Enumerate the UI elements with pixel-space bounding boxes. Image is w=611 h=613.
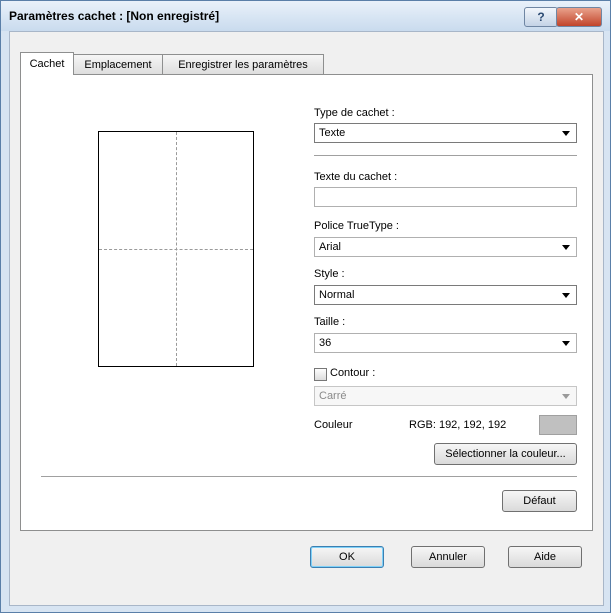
stamp-text-label: Texte du cachet :: [314, 171, 398, 183]
preview-horizontal-guide: [99, 249, 253, 250]
stamp-type-label: Type de cachet :: [314, 107, 395, 119]
stamp-settings-dialog: Paramètres cachet : [Non enregistré] ? ✕…: [0, 0, 611, 613]
chevron-down-icon: [562, 293, 570, 298]
chevron-down-icon: [562, 394, 570, 399]
close-icon: ✕: [573, 10, 585, 24]
tab-enregistrer-parametres[interactable]: Enregistrer les paramètres: [162, 54, 324, 74]
select-color-button[interactable]: Sélectionner la couleur...: [434, 443, 577, 465]
color-label: Couleur: [314, 419, 353, 431]
size-select[interactable]: 36: [314, 333, 577, 353]
size-label: Taille :: [314, 316, 346, 328]
tab-cachet[interactable]: Cachet: [20, 52, 74, 75]
style-value: Normal: [319, 289, 355, 301]
stamp-type-value: Texte: [319, 127, 346, 139]
question-mark-icon: ?: [537, 10, 545, 24]
outline-label: Contour :: [330, 367, 376, 379]
color-rgb-value: RGB: 192, 192, 192: [409, 419, 507, 431]
dialog-body: Cachet Emplacement Enregistrer les param…: [9, 31, 604, 606]
button-label: Défaut: [523, 495, 556, 507]
chevron-down-icon: [562, 245, 570, 250]
help-title-button[interactable]: ?: [524, 7, 558, 27]
font-label: Police TrueType :: [314, 220, 399, 232]
tab-label: Emplacement: [84, 58, 152, 71]
button-label: Aide: [533, 551, 557, 563]
button-label: Annuler: [429, 551, 467, 563]
tab-label: Cachet: [29, 58, 65, 70]
outline-checkbox[interactable]: [314, 368, 327, 381]
outline-shape-value: Carré: [319, 390, 347, 402]
font-value: Arial: [319, 241, 342, 253]
tab-emplacement[interactable]: Emplacement: [73, 54, 163, 74]
chevron-down-icon: [562, 341, 570, 346]
font-select[interactable]: Arial: [314, 237, 577, 257]
chevron-down-icon: [562, 131, 570, 136]
outline-shape-select[interactable]: Carré: [314, 386, 577, 406]
button-label: OK: [339, 551, 355, 563]
help-button[interactable]: Aide: [508, 546, 582, 568]
title-bar: Paramètres cachet : [Non enregistré] ? ✕: [1, 1, 610, 31]
close-button[interactable]: ✕: [556, 7, 602, 27]
stamp-text-input[interactable]: [314, 187, 577, 207]
default-button[interactable]: Défaut: [502, 490, 577, 512]
cancel-button[interactable]: Annuler: [411, 546, 485, 568]
style-select[interactable]: Normal: [314, 285, 577, 305]
stamp-preview: [98, 131, 254, 367]
size-value: 36: [319, 337, 332, 349]
window-title: Paramètres cachet : [Non enregistré]: [9, 9, 220, 23]
separator: [41, 476, 577, 478]
ok-button[interactable]: OK: [310, 546, 384, 568]
button-label: Sélectionner la couleur...: [445, 448, 566, 460]
tab-label: Enregistrer les paramètres: [178, 58, 308, 71]
tab-panel-cachet: Type de cachet : Texte Texte du cachet :…: [20, 74, 593, 531]
style-label: Style :: [314, 268, 345, 280]
separator: [314, 155, 577, 157]
color-swatch: [539, 415, 577, 435]
stamp-type-select[interactable]: Texte: [314, 123, 577, 143]
